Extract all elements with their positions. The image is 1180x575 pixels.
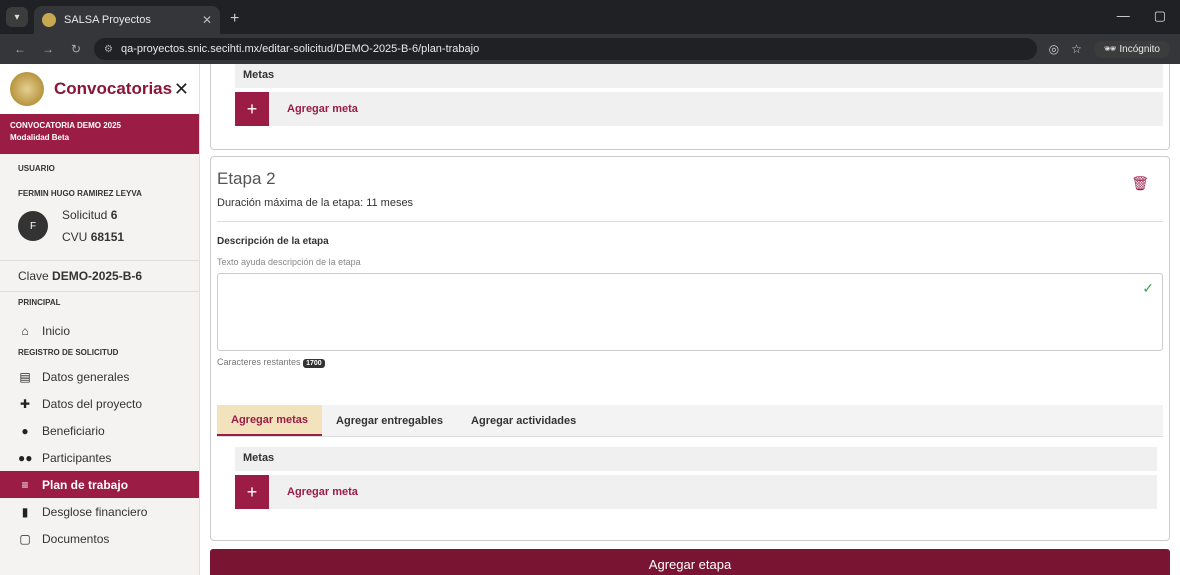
window-controls: — ▢ — [1117, 8, 1166, 24]
sidebar: Convocatorias ✕ CONVOCATORIA DEMO 2025 M… — [0, 64, 200, 575]
desc-help: Texto ayuda descripción de la etapa — [217, 257, 361, 267]
description-textarea[interactable]: ✓ — [217, 273, 1163, 351]
user-card: F Solicitud 6 CVU 68151 — [0, 198, 199, 254]
back-icon[interactable]: ← — [10, 42, 30, 56]
user-icon: ● — [21, 423, 29, 438]
sidebar-item-participantes[interactable]: ●● Participantes — [0, 444, 199, 471]
forward-icon[interactable]: → — [38, 42, 58, 56]
incognito-label: Incógnito — [1119, 43, 1160, 55]
chars-badge: 1700 — [303, 359, 325, 368]
list-icon: ≡ — [21, 477, 29, 492]
browser-tabbar: ▾ SALSA Proyectos ✕ + — ▢ — [0, 0, 1180, 34]
close-icon[interactable]: ✕ — [174, 79, 189, 100]
etapa-tabs: Agregar metas Agregar entregables Agrega… — [217, 405, 1163, 437]
browser-tab[interactable]: SALSA Proyectos ✕ — [34, 6, 220, 34]
sidebar-title: Convocatorias — [54, 79, 173, 98]
seal-logo — [10, 72, 44, 106]
sidebar-item-datos-generales[interactable]: ▤ Datos generales — [0, 363, 199, 390]
site-info-icon[interactable]: ⚙ — [104, 44, 113, 55]
plus-icon: + — [235, 475, 269, 509]
tab-agregar-entregables[interactable]: Agregar entregables — [322, 405, 457, 436]
section-registro: REGISTRO DE SOLICITUD — [18, 348, 119, 357]
sidebar-item-desglose[interactable]: ▮ Desglose financiero — [0, 498, 199, 525]
users-icon: ●● — [18, 450, 33, 465]
clave-line: Clave DEMO-2025-B-6 — [0, 260, 199, 292]
sidebar-item-datos-proyecto[interactable]: ✚ Datos del proyecto — [0, 390, 199, 417]
convocatoria-name: CONVOCATORIA DEMO 2025 — [10, 121, 121, 130]
tab-menu-button[interactable]: ▾ — [6, 7, 28, 27]
section-principal: PRINCIPAL — [18, 298, 61, 307]
add-meta-label-2: Agregar meta — [287, 486, 358, 498]
metas-header-2: Metas — [235, 447, 1157, 471]
tab-agregar-metas[interactable]: Agregar metas — [217, 405, 323, 436]
etapa-title: Etapa 2 — [217, 169, 276, 188]
document-icon: ▤ — [19, 369, 31, 384]
avatar: F — [18, 211, 48, 241]
chars-remaining: Caracteres restantes 1700 — [217, 357, 1163, 368]
etapa-2-card: Etapa 2 🗑 Duración máxima de la etapa: 1… — [210, 156, 1170, 541]
solicitud-line: Solicitud 6 — [62, 208, 118, 222]
sidebar-item-beneficiario[interactable]: ● Beneficiario — [0, 417, 199, 444]
home-icon: ⌂ — [21, 323, 29, 338]
reload-icon[interactable]: ↻ — [66, 42, 86, 56]
main-content: Metas + Agregar meta Etapa 2 🗑 Duración … — [200, 64, 1180, 575]
add-etapa-button[interactable]: Agregar etapa — [210, 549, 1170, 575]
modalidad-name: Modalidad Beta — [10, 133, 70, 142]
desc-label: Descripción de la etapa — [217, 236, 329, 247]
star-icon[interactable]: ☆ — [1071, 42, 1082, 56]
metas-header: Metas — [235, 64, 1163, 88]
add-meta-button-2[interactable]: + Agregar meta — [235, 475, 1157, 509]
url-input[interactable]: ⚙ qa-proyectos.snic.secihti.mx/editar-so… — [94, 38, 1037, 60]
close-tab-icon[interactable]: ✕ — [202, 13, 212, 27]
incognito-badge[interactable]: 🕶 Incógnito — [1093, 40, 1170, 58]
new-tab-button[interactable]: + — [230, 10, 239, 28]
add-meta-button[interactable]: + Agregar meta — [235, 92, 1163, 126]
sidebar-item-documentos[interactable]: ▢ Documentos — [0, 525, 199, 552]
plus-icon: + — [235, 92, 269, 126]
convocatoria-banner: CONVOCATORIA DEMO 2025 Modalidad Beta — [0, 114, 199, 154]
url-text: qa-proyectos.snic.secihti.mx/editar-soli… — [120, 43, 480, 55]
puzzle-icon: ✚ — [19, 396, 31, 411]
etapa-1-card: Metas + Agregar meta — [210, 64, 1170, 150]
etapa-duracion: Duración máxima de la etapa: 11 meses — [217, 197, 1163, 222]
trash-icon[interactable]: 🗑 — [1131, 175, 1149, 192]
favicon-icon — [42, 13, 56, 27]
section-usuario: USUARIO — [18, 164, 55, 173]
cvu-line: CVU 68151 — [62, 230, 125, 244]
user-name: FERMIN HUGO RAMIREZ LEYVA — [18, 189, 142, 198]
square-icon: ▢ — [19, 531, 31, 546]
maximize-icon[interactable]: ▢ — [1154, 8, 1166, 24]
sidebar-header: Convocatorias ✕ — [0, 64, 199, 114]
check-icon: ✓ — [1142, 280, 1154, 296]
address-bar: ← → ↻ ⚙ qa-proyectos.snic.secihti.mx/edi… — [0, 34, 1180, 64]
add-meta-label: Agregar meta — [287, 103, 358, 115]
bar-chart-icon: ▮ — [21, 504, 29, 519]
tab-agregar-actividades[interactable]: Agregar actividades — [457, 405, 590, 436]
sidebar-item-inicio[interactable]: ⌂ Inicio — [0, 317, 199, 344]
eye-off-icon[interactable]: ◎ — [1049, 42, 1059, 56]
minimize-icon[interactable]: — — [1117, 8, 1130, 24]
tab-title: SALSA Proyectos — [64, 14, 151, 26]
sidebar-item-plan-trabajo[interactable]: ≡ Plan de trabajo — [0, 471, 199, 498]
